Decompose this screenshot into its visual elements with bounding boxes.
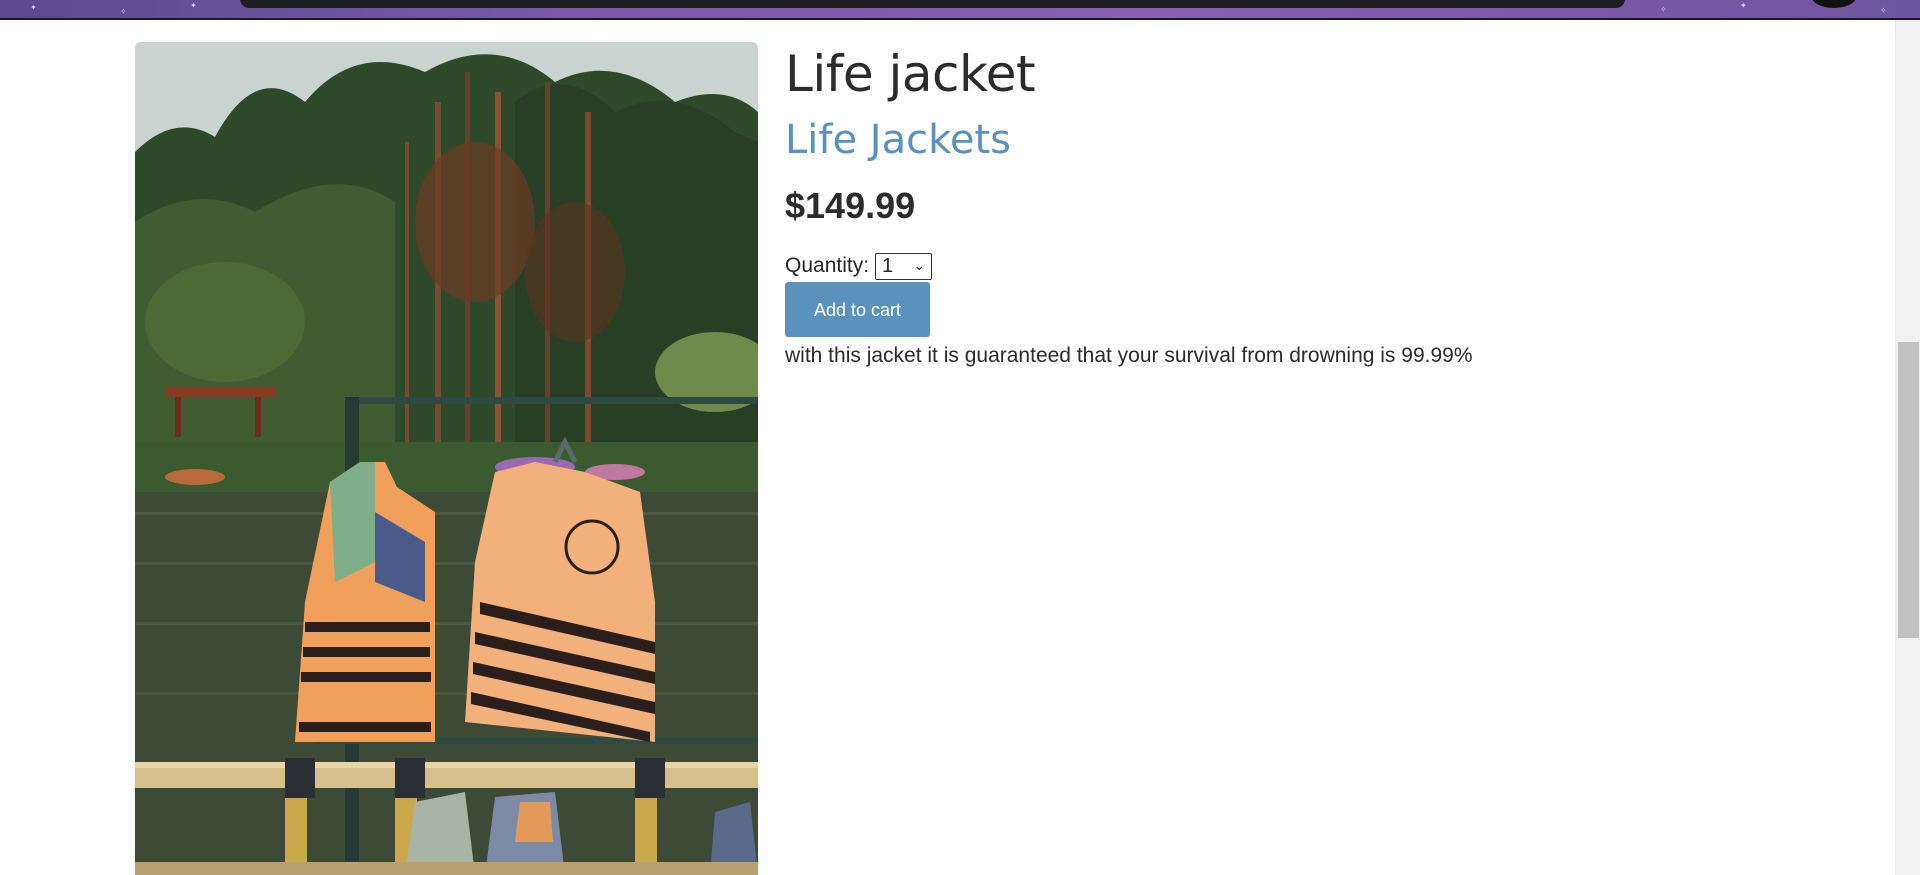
- quantity-select[interactable]: 1 ⌄: [875, 252, 933, 280]
- banner-divider: [0, 18, 1920, 20]
- product-image: [135, 42, 758, 875]
- sparkle-decoration: ✦: [30, 3, 37, 12]
- quantity-row: Quantity: 1 ⌄: [785, 252, 1835, 280]
- quantity-label: Quantity:: [785, 254, 870, 277]
- navigation-bar[interactable]: [240, 0, 1625, 8]
- scrollbar-thumb[interactable]: [1898, 342, 1919, 638]
- sparkle-decoration: ✦: [1740, 1, 1747, 10]
- top-banner: ✦ ✧ ✦ ✧ ✦ ✧: [0, 0, 1920, 18]
- avatar[interactable]: [1812, 0, 1856, 8]
- sparkle-decoration: ✧: [1880, 6, 1887, 15]
- product-price: $149.99: [785, 185, 916, 226]
- sparkle-decoration: ✦: [190, 1, 197, 10]
- sparkle-decoration: ✧: [120, 7, 127, 16]
- chevron-down-icon: ⌄: [913, 258, 926, 274]
- product-title: Life jacket: [785, 45, 1036, 103]
- category-link[interactable]: Life Jackets: [785, 112, 1835, 168]
- quantity-value: 1: [882, 255, 894, 277]
- vertical-scrollbar[interactable]: [1895, 20, 1920, 875]
- add-to-cart-button[interactable]: Add to cart: [785, 282, 930, 337]
- product-details: Life jacket Life Jackets $149.99 Quantit…: [785, 40, 1835, 371]
- product-description: with this jacket it is guaranteed that y…: [785, 344, 1473, 367]
- sparkle-decoration: ✧: [1660, 5, 1667, 14]
